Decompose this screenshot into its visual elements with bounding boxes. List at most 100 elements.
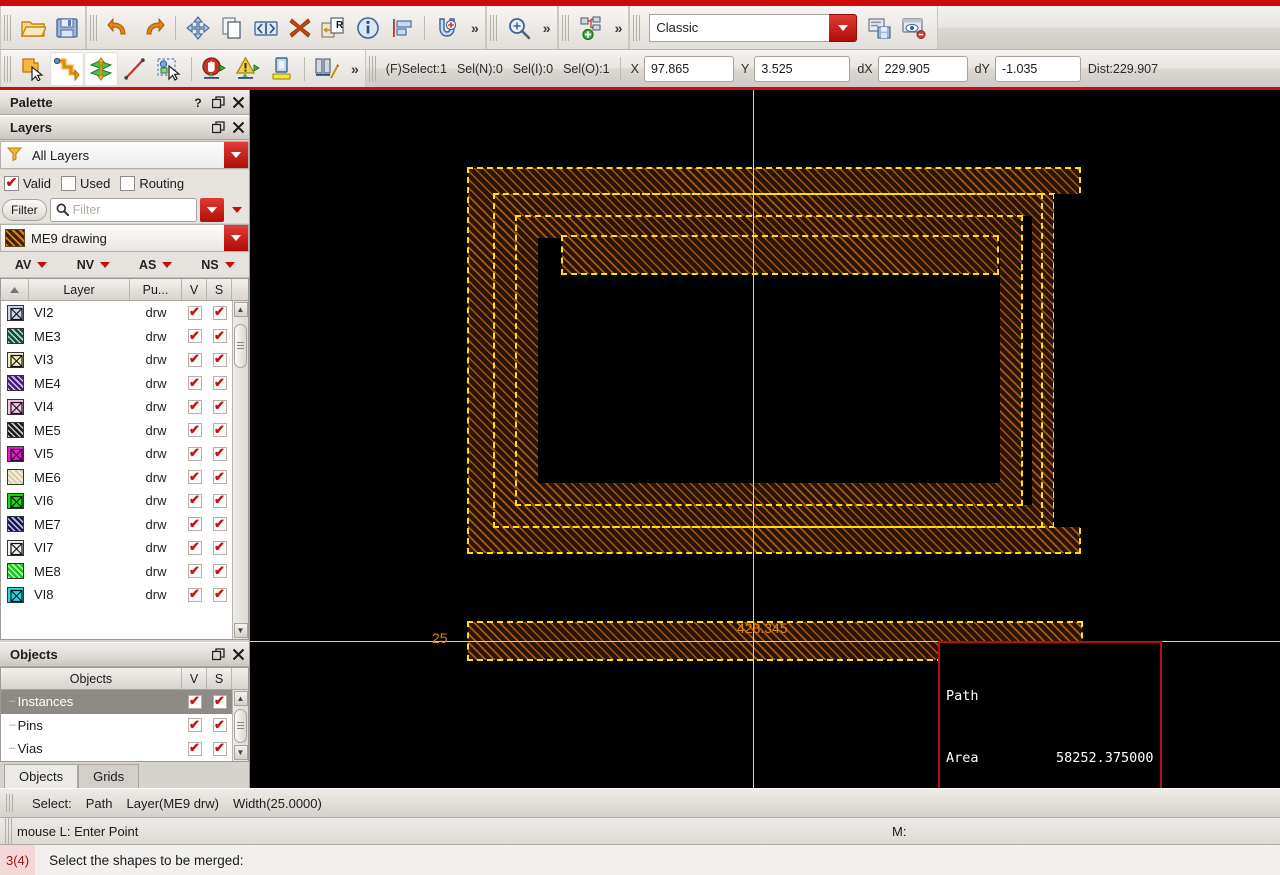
object-selectable-checkbox[interactable] (207, 741, 232, 756)
layer-visible-checkbox[interactable] (182, 517, 207, 532)
object-row-instances[interactable]: ┈ Instances (1, 690, 232, 714)
layer-selectable-checkbox[interactable] (207, 423, 232, 438)
toolbar-grip[interactable] (368, 55, 378, 82)
filter-button[interactable]: Filter (2, 198, 47, 221)
layer-color-swatch[interactable] (1, 492, 29, 509)
chevron-down-icon[interactable] (37, 261, 48, 268)
layer-color-swatch[interactable] (1, 539, 29, 556)
layer-row-vi7[interactable]: VI7 drw (1, 536, 232, 560)
close-icon[interactable] (229, 119, 247, 137)
layer-selectable-checkbox[interactable] (207, 305, 232, 320)
layer-selectable-checkbox[interactable] (207, 352, 232, 367)
layer-visible-checkbox[interactable] (182, 540, 207, 555)
object-row-vias[interactable]: ┈ Vias (1, 737, 232, 761)
chevron-down-icon[interactable] (224, 261, 235, 268)
open-file-icon[interactable] (16, 11, 50, 45)
object-visible-checkbox[interactable] (182, 694, 207, 709)
route-path-icon[interactable] (50, 51, 84, 86)
scroll-up-icon[interactable]: ▲ (233, 691, 248, 706)
valid-checkbox[interactable] (4, 175, 19, 191)
scroll-down-icon[interactable]: ▼ (233, 623, 248, 638)
layer-row-me8[interactable]: ME8 drw (1, 560, 232, 584)
used-checkbox[interactable] (60, 175, 76, 191)
layer-row-me5[interactable]: ME5 drw (1, 419, 232, 443)
undock-icon[interactable] (209, 119, 227, 137)
redo-icon[interactable] (136, 11, 170, 45)
properties-icon[interactable] (351, 11, 385, 45)
sort-indicator-icon[interactable] (1, 279, 29, 300)
save-window-icon[interactable] (863, 11, 897, 45)
layer-row-me4[interactable]: ME4 drw (1, 372, 232, 396)
layer-color-swatch[interactable] (1, 351, 29, 368)
layer-row-vi6[interactable]: VI6 drw (1, 489, 232, 513)
layer-visible-checkbox[interactable] (182, 305, 207, 320)
layer-visible-checkbox[interactable] (182, 376, 207, 391)
chevron-down-icon[interactable] (829, 13, 858, 42)
tab-grids[interactable]: Grids (78, 764, 140, 788)
layers-scrollbar[interactable]: ▲ ▼ (232, 301, 248, 639)
layer-visible-checkbox[interactable] (182, 399, 207, 414)
copy-icon[interactable] (215, 11, 249, 45)
layer-row-vi8[interactable]: VI8 drw (1, 583, 232, 607)
save-file-icon[interactable] (50, 11, 84, 45)
layers-table-body[interactable]: VI2 drw ME3 drw VI3 drw ME4 drw VI4 drw ME5 drw VI5 d… (1, 301, 232, 639)
check-icon[interactable] (430, 11, 464, 45)
window-config-combo[interactable] (649, 13, 858, 42)
layer-selectable-checkbox[interactable] (207, 493, 232, 508)
toolbar-grip[interactable] (633, 14, 643, 41)
align-icon[interactable] (385, 11, 419, 45)
layer-row-me7[interactable]: ME7 drw (1, 513, 232, 537)
y-field[interactable]: 3.525 (754, 55, 851, 82)
tools-overflow-button[interactable]: » (344, 61, 364, 77)
zoom-icon[interactable] (502, 11, 536, 45)
warning-route-icon[interactable] (231, 52, 265, 86)
filter-input-placeholder[interactable]: Filter (73, 203, 101, 217)
delete-window-icon[interactable] (897, 11, 931, 45)
layer-color-swatch[interactable] (1, 469, 29, 486)
as-button[interactable]: AS (125, 258, 187, 272)
layer-visible-checkbox[interactable] (182, 564, 207, 579)
layer-row-me6[interactable]: ME6 drw (1, 466, 232, 490)
object-selectable-checkbox[interactable] (207, 718, 232, 733)
chevron-down-icon[interactable] (224, 225, 248, 251)
mousebar-grip[interactable] (5, 818, 14, 844)
layer-visible-checkbox[interactable] (182, 470, 207, 485)
layer-selectable-checkbox[interactable] (207, 399, 232, 414)
move-icon[interactable] (181, 11, 215, 45)
toolbar-grip[interactable] (4, 14, 13, 41)
layout-canvas[interactable]: 25 428.345 Path Area 58252.375000 Total … (250, 90, 1280, 788)
spiral-inner-arm[interactable] (561, 235, 999, 275)
layer-visible-checkbox[interactable] (182, 423, 207, 438)
chevron-down-icon[interactable] (100, 261, 111, 268)
hierarchy-add-icon[interactable] (574, 11, 608, 45)
layer-color-swatch[interactable] (1, 586, 29, 603)
layer-selectable-checkbox[interactable] (207, 564, 232, 579)
column-header-purpose[interactable]: Pu... (130, 279, 182, 300)
objects-scrollbar[interactable]: ▲ ▼ (232, 690, 248, 761)
select-area-icon[interactable] (152, 52, 186, 86)
layer-visible-checkbox[interactable] (182, 587, 207, 602)
routing-checkbox[interactable] (120, 175, 136, 191)
delete-icon[interactable] (283, 11, 317, 45)
layer-visible-checkbox[interactable] (182, 493, 207, 508)
x-field[interactable]: 97.865 (643, 55, 734, 82)
layer-selectable-checkbox[interactable] (207, 446, 232, 461)
layer-row-me3[interactable]: ME3 drw (1, 325, 232, 349)
toolbar-grip[interactable] (561, 14, 571, 41)
layer-selectable-checkbox[interactable] (207, 376, 232, 391)
ns-button[interactable]: NS (187, 258, 249, 272)
filter-search-box[interactable]: Filter (49, 197, 197, 222)
column-header-layer[interactable]: Layer (29, 279, 130, 300)
toolbar-grip[interactable] (90, 14, 99, 41)
layer-color-swatch[interactable] (1, 516, 29, 533)
layer-selectable-checkbox[interactable] (207, 470, 232, 485)
undock-icon[interactable] (209, 94, 227, 112)
object-visible-checkbox[interactable] (182, 741, 207, 756)
layer-visible-checkbox[interactable] (182, 446, 207, 461)
current-layer-selector[interactable]: ME9 drawing (0, 224, 249, 252)
layer-set-selector[interactable]: All Layers (0, 141, 249, 169)
help-icon[interactable]: ? (189, 94, 207, 112)
select-shape-icon[interactable] (16, 52, 50, 86)
chevron-down-icon[interactable] (224, 142, 248, 168)
stop-route-icon[interactable] (197, 52, 231, 86)
